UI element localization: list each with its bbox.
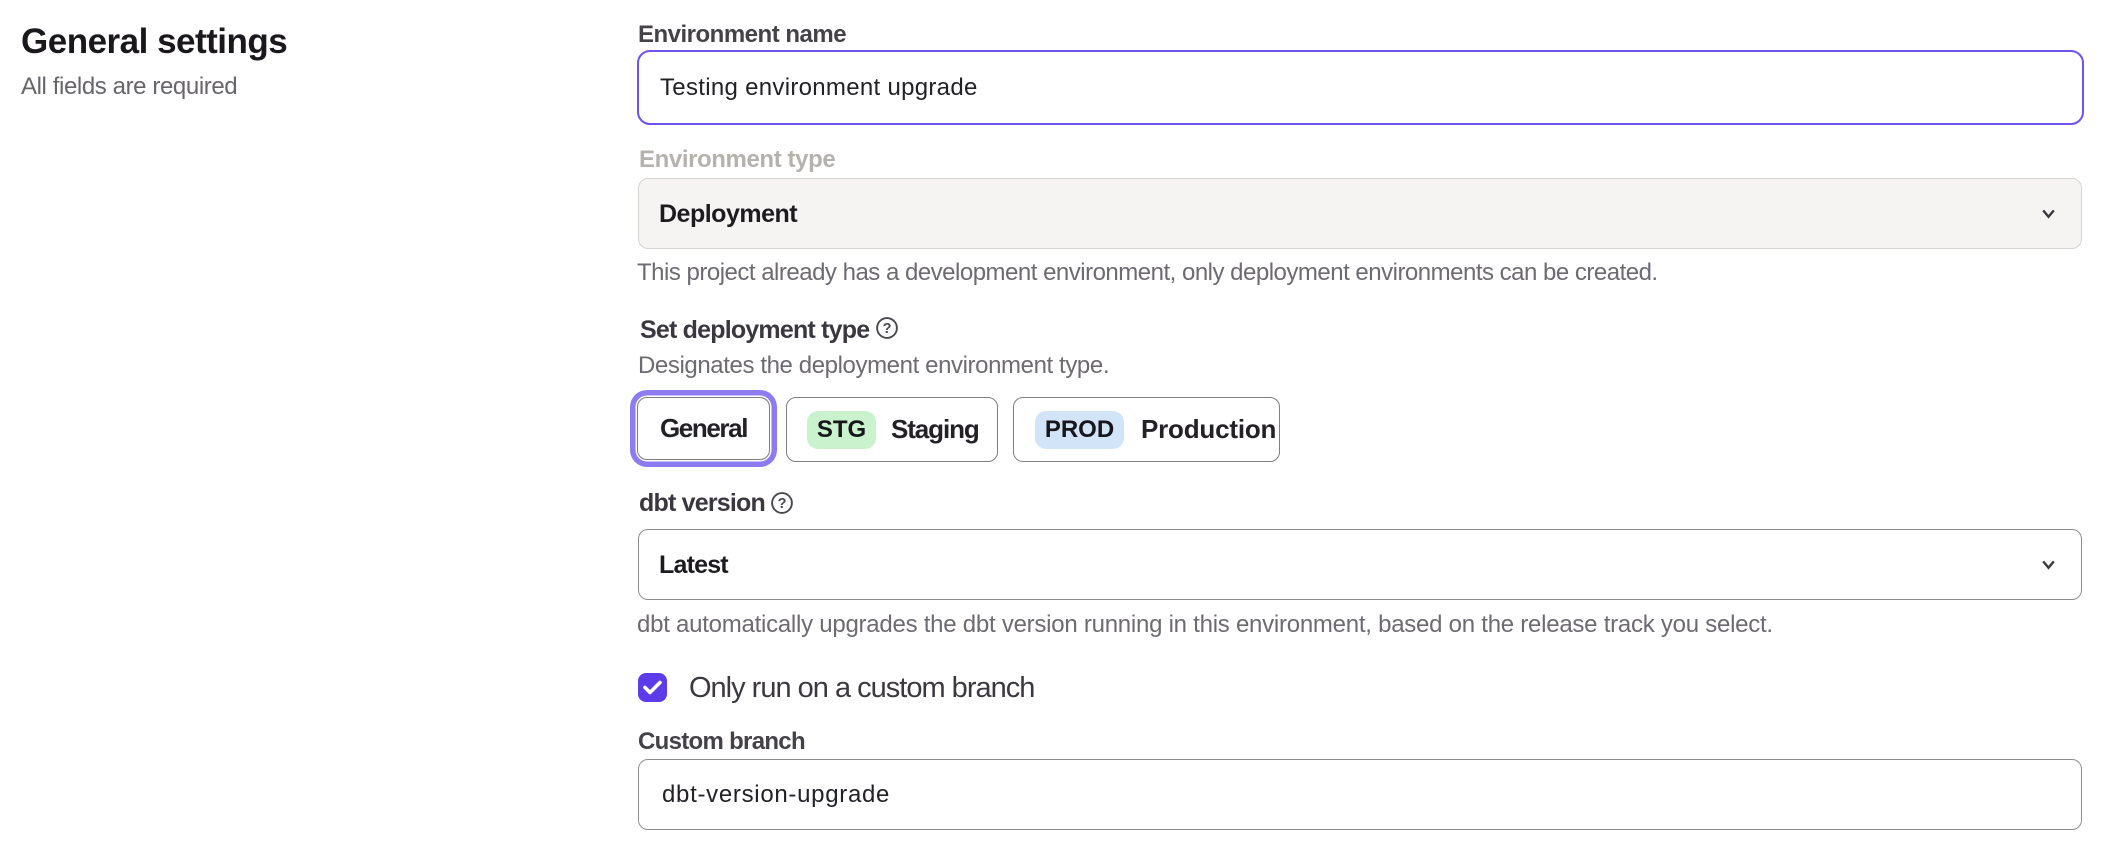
svg-text:?: ? [778,496,787,512]
svg-text:?: ? [883,321,892,337]
